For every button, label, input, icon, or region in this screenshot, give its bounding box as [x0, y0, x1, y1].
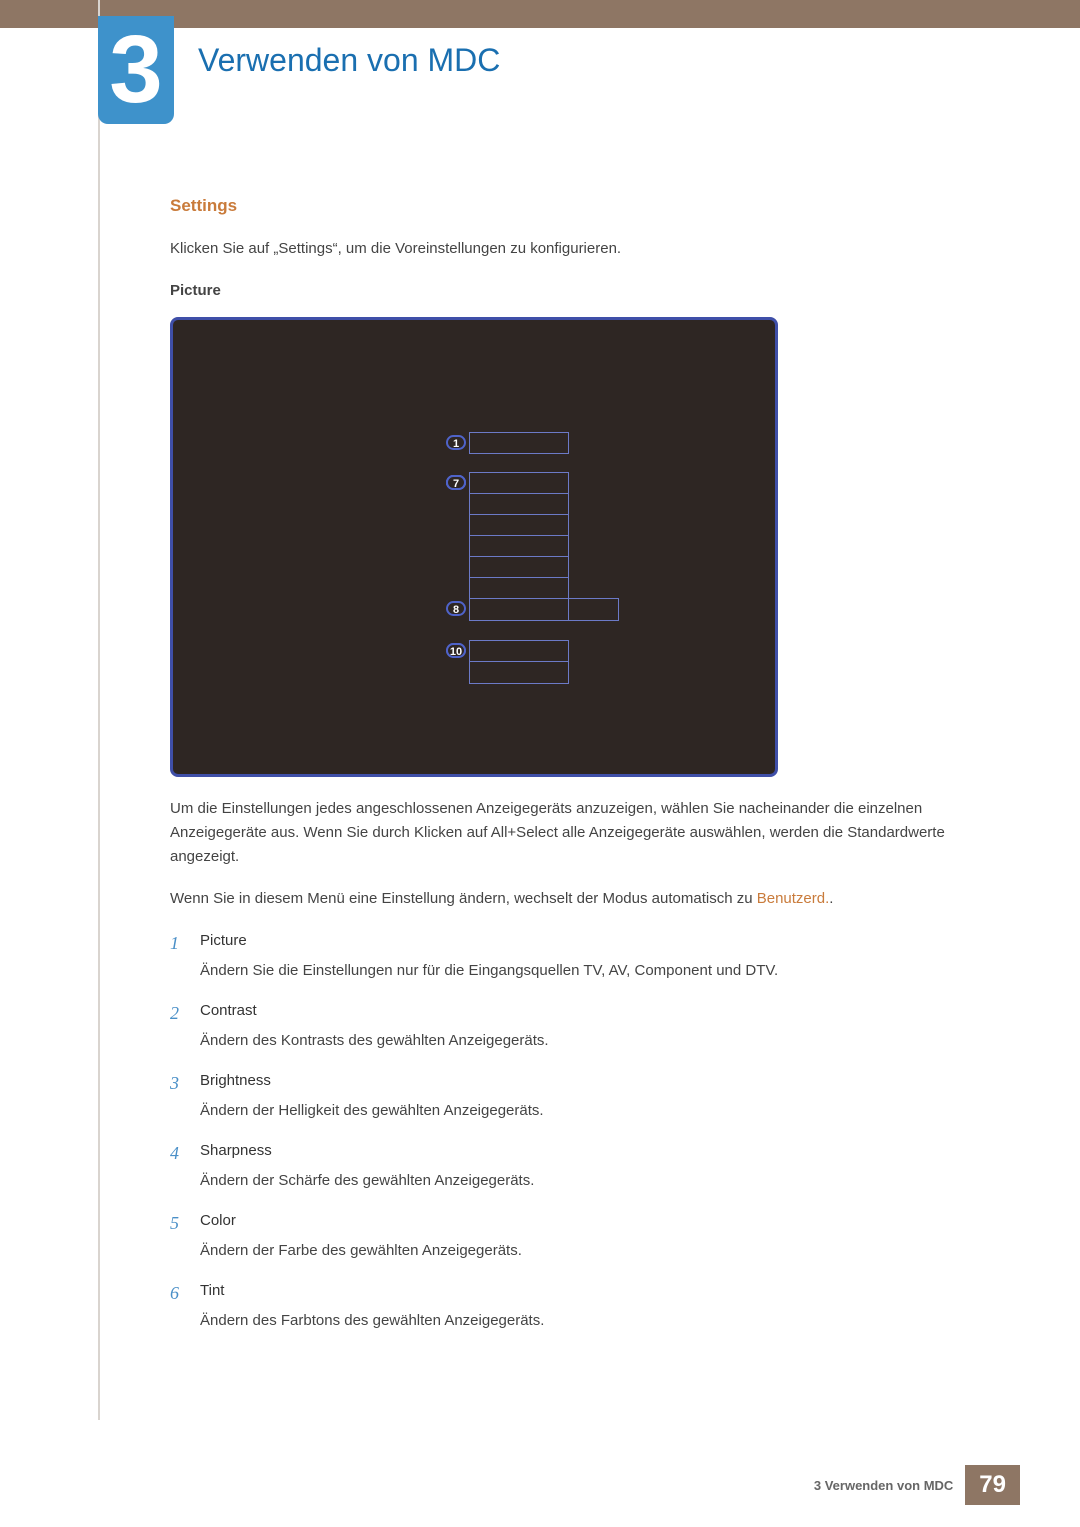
list-label: Picture: [200, 929, 1000, 953]
list-body: Tint Ändern des Farbtons des gewählten A…: [200, 1279, 1000, 1339]
list-body: Color Ändern der Farbe des gewählten Anz…: [200, 1209, 1000, 1269]
list-body: Contrast Ändern des Kontrasts des gewähl…: [200, 999, 1000, 1059]
intro-text: Klicken Sie auf „Settings“, um die Vorei…: [170, 237, 1000, 261]
chapter-tab: 3: [98, 16, 174, 124]
paragraph: Wenn Sie in diesem Menü eine Einstellung…: [170, 887, 1000, 911]
list-number: 3: [170, 1069, 200, 1129]
list-desc: Ändern der Farbe des gewählten Anzeigege…: [200, 1239, 1000, 1263]
diagram-box-1: 1: [469, 432, 569, 454]
page-number: 79: [965, 1465, 1020, 1505]
list-item: 1 Picture Ändern Sie die Einstellungen n…: [170, 929, 1000, 989]
picture-diagram: 1 2 3 4 5 6 7: [170, 317, 778, 777]
list-item: 6 Tint Ändern des Farbtons des gewählten…: [170, 1279, 1000, 1339]
list-desc: Ändern des Farbtons des gewählten Anzeig…: [200, 1309, 1000, 1333]
list-body: Sharpness Ändern der Schärfe des gewählt…: [200, 1139, 1000, 1199]
diagram-group-3: 9 10: [469, 640, 569, 684]
marker-8: 8: [446, 601, 466, 616]
list-body: Picture Ändern Sie die Einstellungen nur…: [200, 929, 1000, 989]
list-label: Brightness: [200, 1069, 1000, 1093]
marker-1: 1: [446, 435, 466, 450]
list-item: 5 Color Ändern der Farbe des gewählten A…: [170, 1209, 1000, 1269]
diagram-row: 4: [470, 515, 568, 536]
footer-text: 3 Verwenden von MDC: [814, 1478, 953, 1493]
list-label: Tint: [200, 1279, 1000, 1303]
diagram-row-ext: 8: [470, 599, 568, 620]
list-desc: Ändern der Schärfe des gewählten Anzeige…: [200, 1169, 1000, 1193]
chapter-title: Verwenden von MDC: [198, 42, 500, 79]
diagram-row: 5: [470, 536, 568, 557]
list-body: Brightness Ändern der Helligkeit des gew…: [200, 1069, 1000, 1129]
paragraph: Um die Einstellungen jedes angeschlossen…: [170, 797, 1000, 869]
list-label: Contrast: [200, 999, 1000, 1023]
text-fragment: Wenn Sie in diesem Menü eine Einstellung…: [170, 890, 757, 907]
diagram-row: 9: [470, 641, 568, 662]
page: 3 Verwenden von MDC Settings Klicken Sie…: [0, 0, 1080, 1527]
list-item: 4 Sharpness Ändern der Schärfe des gewäh…: [170, 1139, 1000, 1199]
list-number: 6: [170, 1279, 200, 1339]
marker-10: 10: [446, 643, 466, 658]
list-label: Sharpness: [200, 1139, 1000, 1163]
list-number: 1: [170, 929, 200, 989]
section-heading: Settings: [170, 192, 1000, 219]
list-desc: Ändern der Helligkeit des gewählten Anze…: [200, 1099, 1000, 1123]
footer: 3 Verwenden von MDC 79: [814, 1465, 1020, 1505]
list-number: 2: [170, 999, 200, 1059]
subsection-heading: Picture: [170, 279, 1000, 303]
numbered-list: 1 Picture Ändern Sie die Einstellungen n…: [170, 929, 1000, 1339]
list-number: 4: [170, 1139, 200, 1199]
diagram-row: 6: [470, 557, 568, 578]
content: Settings Klicken Sie auf „Settings“, um …: [170, 0, 1000, 1339]
marker-7: 7: [446, 475, 466, 490]
list-desc: Ändern des Kontrasts des gewählten Anzei…: [200, 1029, 1000, 1053]
list-item: 3 Brightness Ändern der Helligkeit des g…: [170, 1069, 1000, 1129]
chapter-number: 3: [109, 22, 162, 118]
text-fragment: .: [829, 890, 833, 907]
diagram-row: 10: [470, 662, 568, 683]
list-label: Color: [200, 1209, 1000, 1233]
list-number: 5: [170, 1209, 200, 1269]
diagram-row: 7: [470, 578, 568, 599]
diagram-row: 2: [470, 473, 568, 494]
list-desc: Ändern Sie die Einstellungen nur für die…: [200, 959, 1000, 983]
mode-link: Benutzerd.: [757, 890, 830, 907]
sidebar-line: [98, 0, 100, 1420]
list-item: 2 Contrast Ändern des Kontrasts des gewä…: [170, 999, 1000, 1059]
diagram-group-2: 2 3 4 5 6 7 8: [469, 472, 569, 621]
diagram-row: 3: [470, 494, 568, 515]
